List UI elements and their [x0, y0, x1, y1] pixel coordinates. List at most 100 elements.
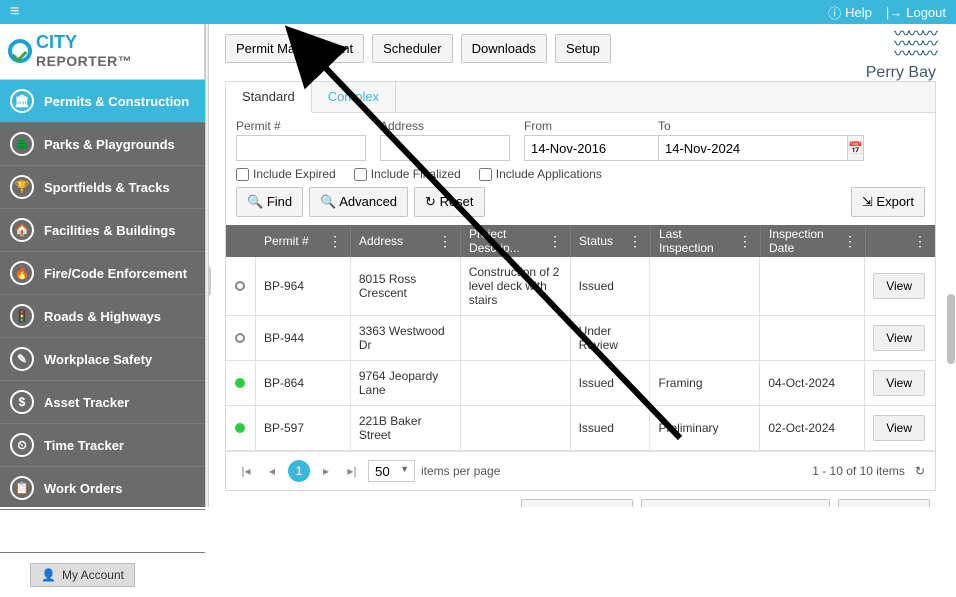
page-prev-icon[interactable]: ◂ — [262, 461, 282, 481]
main: Permit Management Scheduler Downloads Se… — [205, 24, 956, 507]
person-icon: 👤 — [41, 568, 56, 582]
include-applications-checkbox[interactable]: Include Applications — [479, 167, 602, 181]
col-last[interactable]: Last Inspection — [659, 227, 738, 255]
sport-icon: 🏆 — [10, 175, 34, 199]
cell-last — [650, 316, 760, 360]
col-menu-icon[interactable]: ⋮ — [628, 233, 642, 250]
to-label: To — [658, 119, 778, 133]
reset-button[interactable]: ↻ Reset — [414, 187, 485, 217]
setup-button[interactable]: Setup — [555, 34, 611, 63]
advanced-button[interactable]: 🔍 Advanced — [309, 187, 408, 217]
page-next-icon[interactable]: ▸ — [316, 461, 336, 481]
cell-last: Preliminary — [650, 406, 760, 450]
find-button[interactable]: 🔍 Find — [236, 187, 303, 217]
sidebar-item-workorders[interactable]: 📋Work Orders — [0, 467, 205, 510]
permit-label: Permit # — [236, 119, 366, 133]
table-body: BP-9648015 Ross CrescentConstruction of … — [226, 257, 935, 451]
logo: CITY REPORTER™ — [0, 24, 205, 80]
cell-desc: Construction of 2 level deck with stairs — [461, 257, 571, 315]
sidebar-item-facilities[interactable]: 🏠Facilities & Buildings — [0, 209, 205, 252]
col-menu-icon[interactable]: ⋮ — [913, 233, 927, 250]
sidebar-item-mapping[interactable]: ↯Mapping — [0, 510, 205, 553]
help-link[interactable]: ⓘHelp — [828, 3, 872, 22]
address-input[interactable] — [380, 135, 510, 161]
col-desc[interactable]: Project Descrip... — [469, 227, 548, 255]
cell-address: 221B Baker Street — [351, 406, 461, 450]
table-row[interactable]: BP-9443363 Westwood DrUnder ReviewView — [226, 316, 935, 361]
to-input[interactable] — [658, 135, 847, 161]
sidebar-item-asset[interactable]: $Asset Tracker — [0, 381, 205, 424]
col-permit[interactable]: Permit # — [264, 234, 309, 248]
logout-icon: |→ — [886, 5, 902, 20]
col-menu-icon[interactable]: ⋮ — [738, 233, 752, 250]
permit-input[interactable] — [236, 135, 366, 161]
my-account-button[interactable]: 👤My Account — [30, 563, 135, 587]
cell-address: 9764 Jeopardy Lane — [351, 361, 461, 405]
col-menu-icon[interactable]: ⋮ — [548, 233, 562, 250]
cell-last — [650, 257, 760, 315]
facilities-icon: 🏠 — [10, 218, 34, 242]
include-finalized-checkbox[interactable]: Include Finalized — [354, 167, 461, 181]
cell-status: Issued — [571, 406, 651, 450]
top-buttons: Permit Management Scheduler Downloads Se… — [225, 34, 936, 63]
col-menu-icon[interactable]: ⋮ — [438, 233, 452, 250]
logo-line1: CITY — [36, 32, 132, 53]
detail-report-button[interactable]: 🗎 Detail Report — [521, 499, 633, 507]
sidebar-item-fire[interactable]: 🔥Fire/Code Enforcement — [0, 252, 205, 295]
waves-icon: 〰〰〰〰〰〰〰〰〰 — [866, 30, 936, 60]
sidebar-item-workplace[interactable]: ✎Workplace Safety — [0, 338, 205, 381]
view-button[interactable]: View — [873, 273, 925, 299]
tab-complex[interactable]: Complex — [312, 82, 396, 112]
col-address[interactable]: Address — [359, 234, 403, 248]
topbar: ≡ ⓘHelp |→Logout — [0, 0, 956, 24]
status-dot-icon — [235, 281, 245, 291]
view-button[interactable]: View — [873, 325, 925, 351]
parks-icon: 🌲 — [10, 132, 34, 156]
address-label: Address — [380, 119, 510, 133]
col-insp[interactable]: Inspection Date — [769, 227, 843, 255]
sidebar-item-roads[interactable]: 🚦Roads & Highways — [0, 295, 205, 338]
detail-report-pictures-button[interactable]: 🗎 Detail Report with Pictures — [641, 499, 830, 507]
table-row[interactable]: BP-9648015 Ross CrescentConstruction of … — [226, 257, 935, 316]
table-row[interactable]: BP-8649764 Jeopardy LaneIssuedFraming04-… — [226, 361, 935, 406]
cell-desc — [461, 406, 571, 450]
cell-permit: BP-864 — [256, 361, 351, 405]
summary-button[interactable]: 🗎 Summary — [838, 499, 930, 507]
scheduler-button[interactable]: Scheduler — [372, 34, 453, 63]
downloads-button[interactable]: Downloads — [461, 34, 547, 63]
sidebar: CITY REPORTER™ 🏛Permits & Construction 🌲… — [0, 24, 205, 507]
cell-status: Issued — [571, 361, 651, 405]
cell-insp: 02-Oct-2024 — [760, 406, 865, 450]
sidebar-item-time[interactable]: ⏲Time Tracker — [0, 424, 205, 467]
calendar-icon[interactable]: 📅 — [847, 135, 864, 161]
page-current[interactable]: 1 — [288, 460, 310, 482]
view-button[interactable]: View — [873, 415, 925, 441]
table-row[interactable]: BP-597221B Baker StreetIssuedPreliminary… — [226, 406, 935, 451]
tab-standard[interactable]: Standard — [226, 82, 312, 113]
cell-status: Under Review — [571, 316, 651, 360]
col-menu-icon[interactable]: ⋮ — [843, 233, 857, 250]
sidebar-item-sport[interactable]: 🏆Sportfields & Tracks — [0, 166, 205, 209]
sidebar-item-permits[interactable]: 🏛Permits & Construction — [0, 80, 205, 123]
refresh-icon[interactable]: ↻ — [915, 464, 925, 478]
sidebar-item-parks[interactable]: 🌲Parks & Playgrounds — [0, 123, 205, 166]
page-last-icon[interactable]: ▸| — [342, 461, 362, 481]
export-icon: ⇲ — [862, 194, 873, 209]
view-button[interactable]: View — [873, 370, 925, 396]
col-status[interactable]: Status — [579, 234, 613, 248]
page-size-select[interactable]: 50 — [368, 460, 415, 482]
roads-icon: 🚦 — [10, 304, 34, 328]
page-first-icon[interactable]: |◂ — [236, 461, 256, 481]
export-button[interactable]: ⇲ Export — [851, 187, 925, 217]
asset-icon: $ — [10, 390, 34, 414]
scrollbar[interactable] — [947, 294, 955, 364]
include-expired-checkbox[interactable]: Include Expired — [236, 167, 336, 181]
logout-link[interactable]: |→Logout — [886, 5, 946, 20]
permit-management-button[interactable]: Permit Management — [225, 34, 364, 63]
cell-address: 8015 Ross Crescent — [351, 257, 461, 315]
refresh-icon: ↻ — [425, 194, 436, 209]
col-menu-icon[interactable]: ⋮ — [328, 233, 342, 250]
table-header: Permit #⋮ Address⋮ Project Descrip...⋮ S… — [226, 225, 935, 257]
hamburger-icon[interactable]: ≡ — [10, 3, 19, 21]
time-icon: ⏲ — [10, 433, 34, 457]
